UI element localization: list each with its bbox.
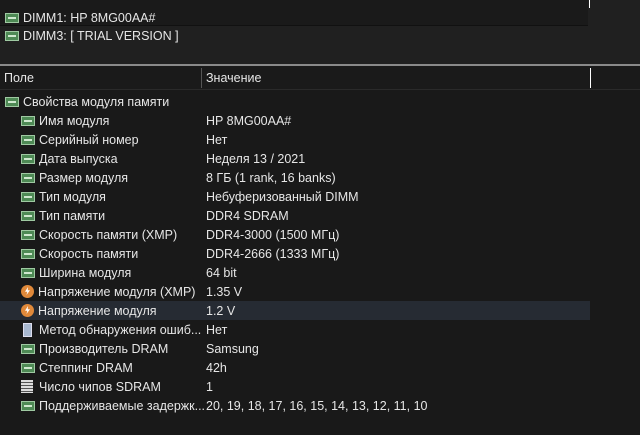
table-row[interactable]: Дата выпуска Неделя 13 / 2021 xyxy=(0,149,640,168)
field-name: Тип модуля xyxy=(39,189,106,204)
field-value: 1 xyxy=(206,379,213,394)
field-name: Число чипов SDRAM xyxy=(39,379,161,394)
field-name: Метод обнаружения ошиб... xyxy=(39,322,202,337)
memory-module-icon xyxy=(21,248,35,259)
table-row[interactable]: Тип памяти DDR4 SDRAM xyxy=(0,206,640,225)
memory-module-icon xyxy=(21,134,35,145)
table-row[interactable]: Скорость памяти DDR4-2666 (1333 МГц) xyxy=(0,244,640,263)
column-resize-handle[interactable] xyxy=(201,68,202,88)
field-value: DDR4-3000 (1500 МГц) xyxy=(206,227,340,242)
field-value: 64 bit xyxy=(206,265,237,280)
table-row[interactable]: Тип модуля Небуферизованный DIMM xyxy=(0,187,640,206)
field-value: Нет xyxy=(206,322,228,337)
memory-module-icon xyxy=(21,210,35,221)
table-row[interactable]: Имя модуля HP 8MG00AA# xyxy=(0,111,640,130)
table-row[interactable]: Напряжение модуля 1.2 V xyxy=(0,301,590,320)
field-value: Нет xyxy=(206,132,228,147)
memory-module-icon xyxy=(21,267,35,278)
ecc-icon xyxy=(23,322,32,337)
table-row[interactable]: Ширина модуля 64 bit xyxy=(0,263,640,282)
field-name: Размер модуля xyxy=(39,170,129,185)
field-value: Небуферизованный DIMM xyxy=(206,189,359,204)
table-row[interactable]: Скорость памяти (XMP) DDR4-3000 (1500 МГц… xyxy=(0,225,640,244)
device-label: DIMM1: HP 8MG00AA# xyxy=(23,11,156,25)
field-name: Тип памяти xyxy=(39,208,106,223)
memory-module-icon xyxy=(5,13,19,23)
device-item-dimm1[interactable]: DIMM1: HP 8MG00AA# xyxy=(5,9,155,27)
table-row[interactable]: Размер модуля 8 ГБ (1 rank, 16 banks) xyxy=(0,168,640,187)
field-value: 8 ГБ (1 rank, 16 banks) xyxy=(206,170,336,185)
field-value: HP 8MG00AA# xyxy=(206,113,292,128)
memory-module-icon xyxy=(21,343,35,354)
column-resize-handle[interactable] xyxy=(590,68,591,88)
memory-module-icon xyxy=(21,362,35,373)
field-name: Ширина модуля xyxy=(39,265,132,280)
field-name: Серийный номер xyxy=(39,132,139,147)
group-label: Свойства модуля памяти xyxy=(23,94,170,109)
group-row[interactable]: Свойства модуля памяти xyxy=(0,92,640,111)
field-name: Скорость памяти (XMP) xyxy=(39,227,178,242)
field-value: DDR4-2666 (1333 МГц) xyxy=(206,246,340,261)
memory-module-icon xyxy=(5,96,19,107)
table-row[interactable]: Напряжение модуля (XMP) 1.35 V xyxy=(0,282,640,301)
field-name: Скорость памяти xyxy=(39,246,139,261)
table-row[interactable]: Степпинг DRAM 42h xyxy=(0,358,640,377)
memory-module-icon xyxy=(21,229,35,240)
table-row[interactable]: Поддерживаемые задержк... 20, 19, 18, 17,… xyxy=(0,396,640,415)
table-row[interactable]: Производитель DRAM Samsung xyxy=(0,339,640,358)
memory-module-icon xyxy=(21,400,35,411)
table-header: Поле Значение xyxy=(0,66,640,90)
field-value: 1.35 V xyxy=(206,284,243,299)
memory-module-icon xyxy=(21,172,35,183)
field-value: DDR4 SDRAM xyxy=(206,208,289,223)
voltage-icon xyxy=(21,285,34,298)
properties-list: Свойства модуля памяти Имя модуля HP 8MG0… xyxy=(0,92,640,415)
table-row[interactable]: Серийный номер Нет xyxy=(0,130,640,149)
chip-icon xyxy=(21,380,33,393)
field-value: 1.2 V xyxy=(206,303,236,318)
memory-module-icon xyxy=(21,191,35,202)
device-item-dimm3[interactable]: DIMM3: [ TRIAL VERSION ] xyxy=(5,27,179,45)
voltage-icon xyxy=(21,304,34,317)
field-value: Неделя 13 / 2021 xyxy=(206,151,306,166)
field-value: 42h xyxy=(206,360,227,375)
memory-module-icon xyxy=(21,153,35,164)
column-header-value[interactable]: Значение xyxy=(206,71,261,85)
memory-module-icon xyxy=(5,31,19,41)
memory-module-icon xyxy=(21,115,35,126)
field-value: Samsung xyxy=(206,341,259,356)
field-name: Степпинг DRAM xyxy=(39,360,133,375)
column-separator[interactable] xyxy=(589,0,590,8)
table-row[interactable]: Метод обнаружения ошиб... Нет xyxy=(0,320,640,339)
field-name: Напряжение модуля xyxy=(38,303,157,318)
device-label: DIMM3: [ TRIAL VERSION ] xyxy=(23,29,179,43)
device-panel: DIMM1: HP 8MG00AA# DIMM3: [ TRIAL VERSIO… xyxy=(0,0,640,64)
field-name: Производитель DRAM xyxy=(39,341,169,356)
table-row[interactable]: Число чипов SDRAM 1 xyxy=(0,377,640,396)
field-name: Напряжение модуля (XMP) xyxy=(38,284,196,299)
column-header-field[interactable]: Поле xyxy=(4,71,34,85)
field-name: Дата выпуска xyxy=(39,151,118,166)
field-name: Поддерживаемые задержк... xyxy=(39,398,206,413)
field-name: Имя модуля xyxy=(39,113,110,128)
field-value: 20, 19, 18, 17, 16, 15, 14, 13, 12, 11, … xyxy=(206,398,428,413)
